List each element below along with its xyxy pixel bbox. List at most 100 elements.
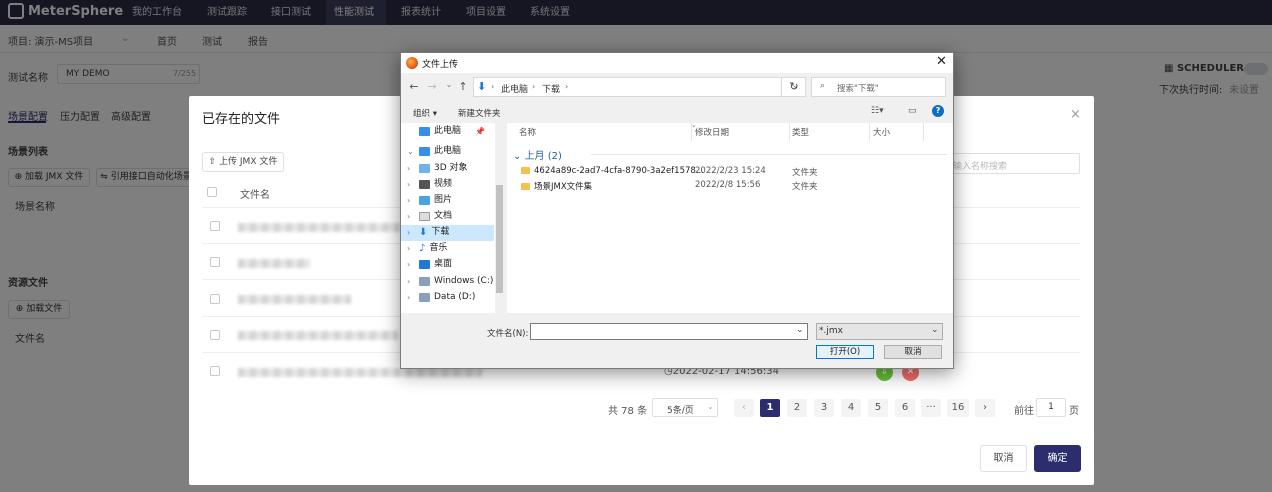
back-icon[interactable]: ← xyxy=(407,80,421,93)
prev-page-icon[interactable]: ‹ xyxy=(734,399,754,417)
chevron-right-icon: › xyxy=(407,196,411,205)
file-date: 2022/2/23 15:24 xyxy=(695,166,766,176)
video-icon xyxy=(419,180,430,189)
row-checkbox[interactable] xyxy=(210,366,220,376)
filename-label: 文件名(N): xyxy=(487,329,529,339)
goto-label: 前往 xyxy=(1014,406,1034,417)
page-5[interactable]: 5 xyxy=(868,399,888,417)
chevron-right-icon: › xyxy=(407,164,411,173)
help-icon[interactable]: ? xyxy=(932,105,944,117)
next-page-icon[interactable]: › xyxy=(975,399,995,417)
tree-label: 3D 对象 xyxy=(434,163,468,173)
tree-music[interactable]: › ♪ 音乐 xyxy=(407,241,447,256)
picture-icon xyxy=(419,196,430,205)
file-upload-dialog: 文件上传 ✕ ← → ⌄ ↑ ⬇ › 此电脑 › 下载 › ⌄ ↻ ⌕ 搜索"下… xyxy=(400,52,954,369)
tree-3d-objects[interactable]: › 3D 对象 xyxy=(407,161,468,176)
col-size[interactable]: 大小 xyxy=(873,126,890,138)
tree-label: Data (D:) xyxy=(434,292,476,302)
cube-icon xyxy=(419,164,430,173)
up-icon[interactable]: ↑ xyxy=(456,80,470,93)
tree-drive-c[interactable]: › Windows (C:) xyxy=(407,274,493,289)
file-row[interactable]: 4624a89c-2ad7-4cfa-8790-3a2ef1578... xyxy=(521,166,704,176)
upload-jmx-label: 上传 JMX 文件 xyxy=(219,157,278,167)
page-size-select[interactable]: 5条/页 ⌄ xyxy=(652,398,718,417)
group-line xyxy=(591,154,947,155)
row-checkbox[interactable] xyxy=(210,330,220,340)
path-this-pc[interactable]: 此电脑 xyxy=(501,82,528,95)
group-label: 上月 (2) xyxy=(524,151,562,162)
tree-label: 音乐 xyxy=(429,243,448,253)
col-type[interactable]: 类型 xyxy=(792,126,809,138)
preview-pane-icon[interactable]: ▭ xyxy=(908,106,917,116)
blurred-filename xyxy=(238,368,482,377)
page-ellipsis[interactable]: ··· xyxy=(921,399,941,417)
col-name[interactable]: 名称 xyxy=(519,126,536,138)
chevron-down-icon: ⌄ xyxy=(796,325,804,335)
page-16[interactable]: 16 xyxy=(947,399,969,417)
tree-drive-d[interactable]: › Data (D:) xyxy=(407,290,475,305)
new-folder-button[interactable]: 新建文件夹 xyxy=(458,107,501,119)
cancel-button[interactable]: 取消 xyxy=(980,445,1027,472)
row-checkbox[interactable] xyxy=(210,257,220,267)
refresh-icon[interactable]: ↻ xyxy=(781,77,806,97)
download-arrow-icon: ⬇ xyxy=(419,227,428,238)
chevron-down-icon: ⌄ xyxy=(407,147,414,156)
goto-page-input[interactable]: 1 xyxy=(1036,398,1066,417)
col-modified[interactable]: 修改日期 xyxy=(695,126,729,138)
pin-icon: 📌 xyxy=(475,127,485,136)
file-type-filter[interactable]: *.jmx ⌄ xyxy=(816,323,943,340)
tree-downloads[interactable]: › ⬇ 下载 xyxy=(407,225,449,240)
dialog-title: 文件上传 xyxy=(422,60,459,70)
col-divider xyxy=(923,123,924,141)
recent-chevron-icon[interactable]: ⌄ xyxy=(442,80,456,89)
page-3[interactable]: 3 xyxy=(814,399,834,417)
page-2[interactable]: 2 xyxy=(787,399,807,417)
music-icon: ♪ xyxy=(419,243,426,254)
tree-label: 文档 xyxy=(434,211,453,221)
chevron-right-icon: › xyxy=(407,293,411,302)
row-checkbox[interactable] xyxy=(210,221,220,231)
download-arrow-icon: ⬇ xyxy=(477,80,487,93)
tree-pictures[interactable]: › 图片 xyxy=(407,193,452,208)
confirm-button[interactable]: 确定 xyxy=(1034,445,1081,472)
tree-documents[interactable]: › 文档 xyxy=(407,209,452,224)
group-header[interactable]: ⌄ 上月 (2) xyxy=(513,147,562,162)
close-icon[interactable]: × xyxy=(1070,107,1081,122)
cancel-file-button[interactable]: 取消 xyxy=(884,345,942,359)
tree-quick-this-pc[interactable]: 此电脑 📌 xyxy=(419,124,485,139)
file-row[interactable]: 场景JMX文件集 xyxy=(521,180,592,192)
nav-scrollbar-thumb[interactable] xyxy=(496,185,503,293)
close-icon[interactable]: ✕ xyxy=(936,54,947,69)
filename-input[interactable]: ⌄ xyxy=(530,323,808,340)
organize-menu[interactable]: 组织 ▾ xyxy=(413,107,437,119)
folder-search-input[interactable]: ⌕ 搜索"下载" xyxy=(811,77,946,97)
tree-this-pc[interactable]: ⌄ 此电脑 xyxy=(407,144,461,159)
view-mode-icon[interactable]: ☷▾ xyxy=(871,106,884,116)
dialog-title: 已存在的文件 xyxy=(202,112,281,127)
chevron-down-icon: ⌄ xyxy=(931,325,939,335)
chevron-down-icon: ⌄ xyxy=(513,151,525,162)
address-bar[interactable]: ⬇ › 此电脑 › 下载 › ⌄ xyxy=(473,77,806,97)
search-placeholder: 搜索"下载" xyxy=(837,84,879,94)
tree-desktop[interactable]: › 桌面 xyxy=(407,257,452,272)
col-divider xyxy=(789,123,790,141)
open-button[interactable]: 打开(O) xyxy=(816,345,874,359)
tree-videos[interactable]: › 视频 xyxy=(407,177,452,192)
page-4[interactable]: 4 xyxy=(841,399,861,417)
forward-icon[interactable]: → xyxy=(425,80,439,93)
file-date: 2022/2/8 15:56 xyxy=(695,180,761,190)
select-all-checkbox[interactable] xyxy=(207,187,217,197)
folder-icon xyxy=(521,183,530,190)
name-search-input[interactable]: 请输入名称搜索 xyxy=(935,153,1080,174)
row-checkbox[interactable] xyxy=(210,294,220,304)
filter-value: *.jmx xyxy=(819,326,843,336)
page-6[interactable]: 6 xyxy=(895,399,915,417)
blurred-filename xyxy=(238,295,351,304)
drive-icon xyxy=(419,277,430,286)
chevron-right-icon: › xyxy=(407,277,411,286)
path-downloads[interactable]: 下载 xyxy=(542,82,560,95)
path-separator-icon: › xyxy=(491,82,495,91)
upload-jmx-button[interactable]: ⇧ 上传 JMX 文件 xyxy=(202,152,284,172)
page-1[interactable]: 1 xyxy=(760,399,780,417)
col-divider xyxy=(869,123,870,141)
